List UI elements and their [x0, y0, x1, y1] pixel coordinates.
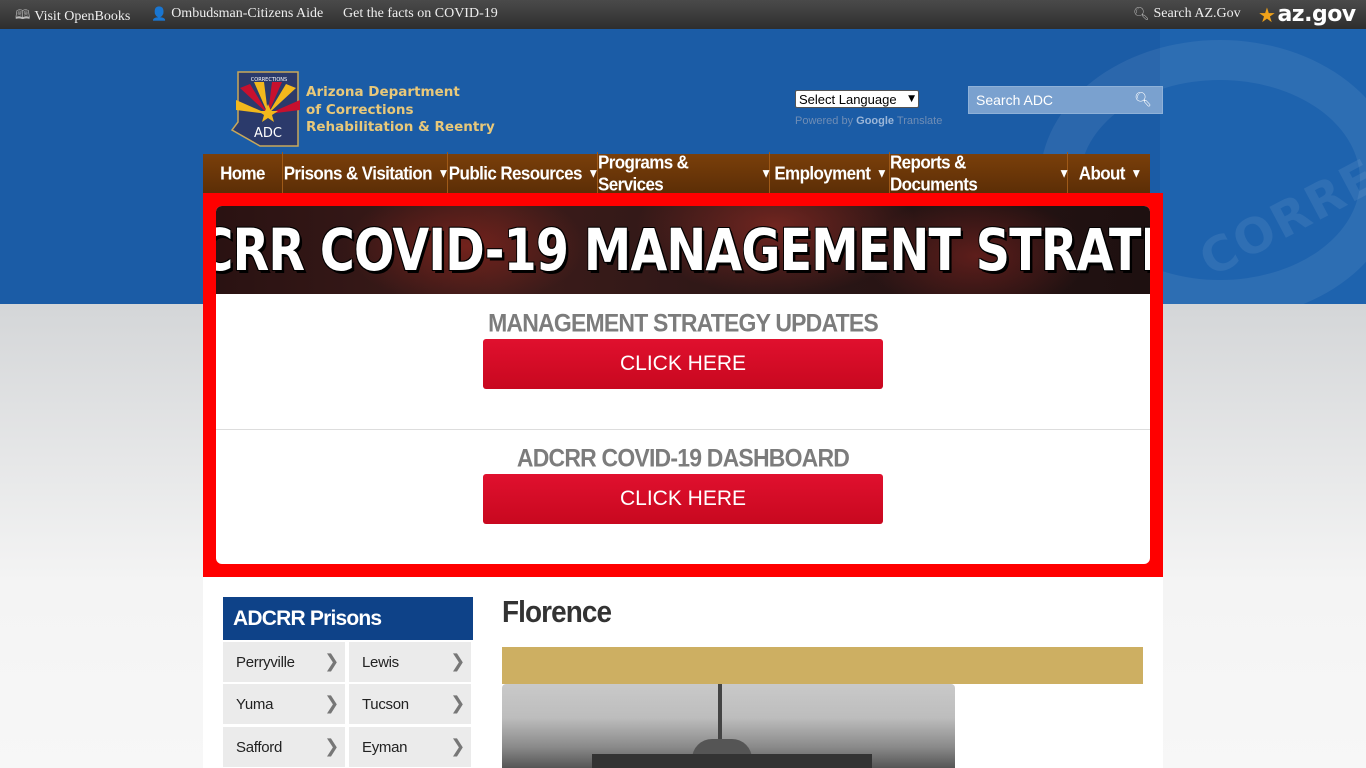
openbooks-link[interactable]: 🕮 Visit OpenBooks: [15, 6, 130, 28]
openbooks-label: Visit OpenBooks: [34, 9, 131, 24]
ombudsman-link[interactable]: 👤 Ombudsman-Citizens Aide: [151, 6, 323, 22]
nav-about[interactable]: About ▼: [1068, 152, 1150, 195]
sidebar-item-perryville[interactable]: Perryville ❯: [223, 642, 345, 682]
sidebar-item-label: Perryville: [236, 653, 295, 671]
page-title: Florence: [502, 594, 612, 629]
language-select[interactable]: Select Language ▼: [795, 90, 919, 108]
nav-programs-services[interactable]: Programs & Services ▼: [598, 152, 770, 195]
azgov-logo-text: az.gov: [1277, 2, 1356, 27]
nav-reports-documents[interactable]: Reports & Documents ▼: [890, 152, 1068, 195]
chevron-down-icon: ▼: [908, 94, 915, 104]
florence-historic-photo: [502, 684, 955, 768]
book-icon: 🕮: [15, 8, 31, 23]
button-label: CLICK HERE: [619, 487, 747, 510]
translate-link[interactable]: Translate: [897, 115, 942, 127]
search-azgov-label: Search AZ.Gov: [1153, 6, 1241, 21]
nav-public-resources[interactable]: Public Resources ▼: [448, 152, 598, 195]
caret-down-icon: ▼: [878, 168, 885, 179]
org-name-line2: of Corrections: [306, 101, 414, 118]
section-divider: [216, 429, 1150, 430]
chevron-right-icon: ❯: [324, 736, 339, 757]
chevron-right-icon: ❯: [450, 736, 465, 757]
star-icon: ★: [1258, 2, 1276, 27]
nav-label: Reports & Documents: [890, 151, 978, 195]
search-icon[interactable]: 🔍︎: [1134, 92, 1152, 108]
caret-down-icon: ▼: [1132, 168, 1140, 179]
adc-logo[interactable]: CORRECTIONS ADC: [230, 70, 300, 148]
button-label: CLICK HERE: [619, 352, 747, 375]
chevron-right-icon: ❯: [450, 651, 465, 672]
sidebar-item-eyman[interactable]: Eyman ❯: [349, 727, 471, 767]
covid-banner[interactable]: ADCRR COVID-19 MANAGEMENT STRATEGY: [216, 206, 1150, 294]
covid-banner-title: ADCRR COVID-19 MANAGEMENT STRATEGY: [216, 216, 1150, 284]
sidebar-item-lewis[interactable]: Lewis ❯: [349, 642, 471, 682]
search-icon: 🔍︎: [1133, 6, 1150, 22]
management-updates-heading: MANAGEMENT STRATEGY UPDATES: [488, 308, 879, 337]
sidebar-item-label: Safford: [236, 738, 282, 756]
covid-facts-link[interactable]: Get the facts on COVID-19: [343, 6, 498, 22]
org-name[interactable]: Arizona Department of Corrections Rehabi…: [306, 84, 495, 137]
nav-employment[interactable]: Employment ▼: [770, 152, 890, 195]
nav-label: Programs & Services: [598, 151, 689, 195]
caret-down-icon: ▼: [1060, 168, 1068, 179]
nav-label: Public Resources: [448, 162, 583, 184]
photo-roofline: [592, 754, 872, 768]
org-name-line3: Rehabilitation & Reentry: [306, 119, 495, 135]
sidebar-item-safford[interactable]: Safford ❯: [223, 727, 345, 767]
sidebar-item-yuma[interactable]: Yuma ❯: [223, 684, 345, 724]
covid-facts-label: Get the facts on COVID-19: [343, 6, 498, 21]
nav-label: Home: [220, 162, 265, 184]
sidebar-item-tucson[interactable]: Tucson ❯: [349, 684, 471, 724]
sidebar-item-label: Lewis: [362, 653, 399, 671]
nav-label: Prisons & Visitation: [283, 162, 433, 184]
caret-down-icon: ▼: [439, 168, 447, 179]
language-select-value: Select Language: [799, 91, 897, 107]
nav-home[interactable]: Home: [203, 152, 283, 195]
caret-down-icon: ▼: [589, 168, 597, 179]
covid-dashboard-heading: ADCRR COVID-19 DASHBOARD: [516, 443, 850, 472]
nav-label: Employment: [774, 162, 871, 184]
sidebar-title: ADCRR Prisons: [223, 597, 473, 640]
management-updates-button[interactable]: CLICK HERE: [483, 339, 883, 389]
covid-alert-panel: ADCRR COVID-19 MANAGEMENT STRATEGY MANAG…: [216, 206, 1150, 564]
search-adc-input[interactable]: Search ADC 🔍︎: [968, 86, 1163, 114]
nav-label: About: [1078, 162, 1126, 184]
search-placeholder: Search ADC: [976, 92, 1054, 108]
person-icon: 👤: [151, 6, 168, 22]
nav-prisons-visitation[interactable]: Prisons & Visitation ▼: [283, 152, 448, 195]
google-label: Google: [856, 115, 895, 127]
chevron-right-icon: ❯: [324, 693, 339, 714]
sidebar-item-label: Yuma: [236, 695, 274, 713]
sidebar-item-label: Eyman: [362, 738, 408, 756]
main-nav: Home Prisons & Visitation ▼ Public Resou…: [203, 152, 1150, 195]
ombudsman-label: Ombudsman-Citizens Aide: [171, 6, 324, 21]
org-name-line1: Arizona Department: [306, 84, 460, 100]
title-accent-bar: [502, 647, 1143, 684]
photo-flagpole: [718, 684, 722, 744]
chevron-right-icon: ❯: [324, 651, 339, 672]
logo-adc-text: ADC: [254, 126, 282, 141]
utility-bar: 🕮 Visit OpenBooks 👤 Ombudsman-Citizens A…: [0, 0, 1366, 29]
azgov-logo[interactable]: ★ az.gov: [1258, 2, 1356, 27]
powered-by-label: Powered by: [795, 115, 854, 127]
sidebar-item-label: Tucson: [362, 695, 409, 713]
covid-dashboard-button[interactable]: CLICK HERE: [483, 474, 883, 524]
search-azgov-link[interactable]: 🔍︎ Search AZ.Gov: [1133, 6, 1241, 22]
google-translate-credit: Powered by Google Translate: [795, 115, 942, 127]
caret-down-icon: ▼: [762, 168, 770, 179]
chevron-right-icon: ❯: [450, 693, 465, 714]
